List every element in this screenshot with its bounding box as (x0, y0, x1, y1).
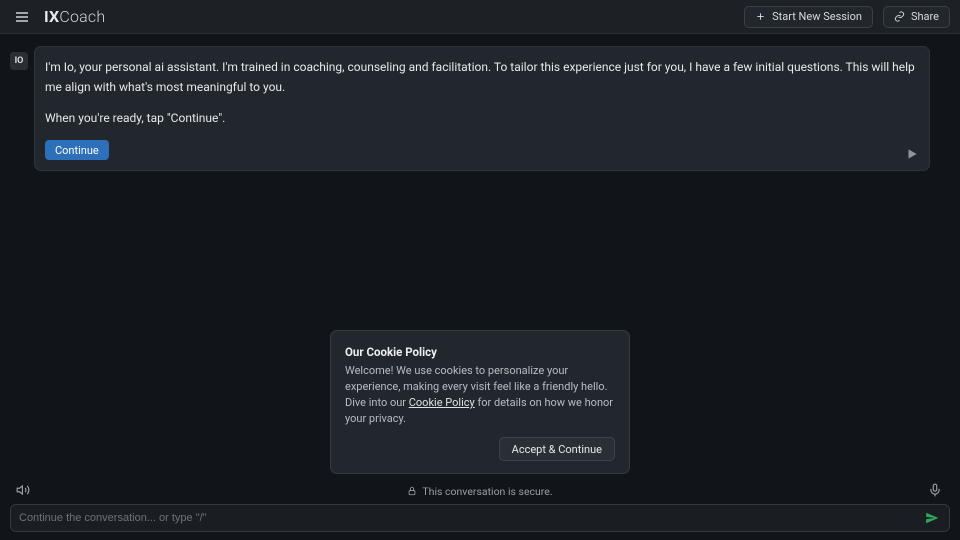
app-header: IXCoach Start New Session Share (0, 0, 960, 34)
continue-button-label: Continue (55, 144, 99, 157)
share-label: Share (911, 10, 939, 23)
accept-cookies-button[interactable]: Accept & Continue (499, 437, 615, 461)
assistant-message-row: IO I'm Io, your personal ai assistant. I… (10, 46, 930, 171)
mic-button[interactable] (928, 482, 944, 498)
logo-bold: IX (44, 7, 59, 26)
cookie-body: Welcome! We use cookies to personalize y… (345, 363, 615, 427)
cookie-policy-link[interactable]: Cookie Policy (409, 396, 475, 409)
link-icon (894, 11, 905, 22)
assistant-message-bubble: I'm Io, your personal ai assistant. I'm … (34, 46, 930, 171)
speaker-icon (16, 483, 30, 497)
microphone-icon (928, 483, 942, 497)
hamburger-icon (14, 9, 30, 25)
share-button[interactable]: Share (883, 6, 950, 28)
send-button[interactable] (923, 509, 941, 527)
continue-button[interactable]: Continue (45, 140, 109, 160)
start-new-session-label: Start New Session (772, 10, 862, 23)
assistant-message-p1: I'm Io, your personal ai assistant. I'm … (45, 57, 915, 98)
plus-icon (755, 11, 766, 22)
play-audio-button[interactable] (905, 146, 919, 160)
assistant-message-p2: When you're ready, tap "Continue". (45, 108, 915, 128)
menu-button[interactable] (10, 5, 34, 29)
footer-status-row: This conversation is secure. (10, 482, 950, 500)
chat-area: IO I'm Io, your personal ai assistant. I… (0, 34, 960, 482)
message-input-bar (10, 504, 950, 532)
logo-light: Coach (59, 7, 105, 26)
send-icon (925, 511, 939, 525)
assistant-avatar: IO (10, 52, 28, 70)
message-input[interactable] (19, 512, 923, 524)
start-new-session-button[interactable]: Start New Session (744, 6, 873, 28)
secure-text: This conversation is secure. (422, 485, 552, 498)
lock-icon (407, 486, 417, 496)
cookie-title: Our Cookie Policy (345, 345, 615, 359)
accept-cookies-label: Accept & Continue (512, 443, 602, 456)
secure-indicator: This conversation is secure. (407, 485, 552, 498)
sound-toggle-button[interactable] (16, 482, 32, 498)
footer: This conversation is secure. (0, 482, 960, 540)
play-icon (905, 147, 919, 161)
app-logo: IXCoach (44, 7, 105, 26)
cookie-policy-modal: Our Cookie Policy Welcome! We use cookie… (330, 330, 630, 474)
